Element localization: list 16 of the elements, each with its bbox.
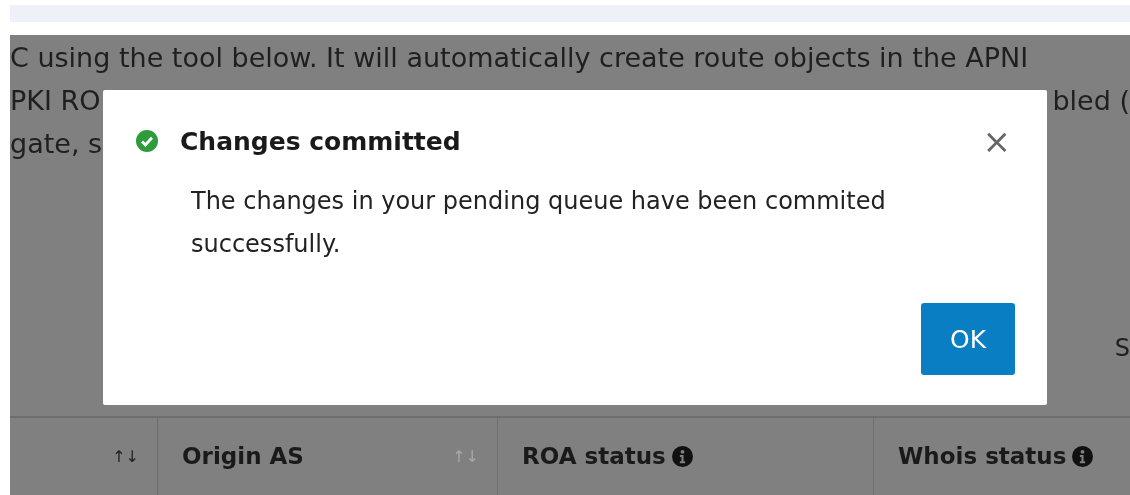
dialog-title: Changes committed [180,126,461,156]
close-button[interactable]: × [978,124,1015,158]
page-text: bled ( [1052,84,1130,118]
page-text: PKI RO [10,84,101,118]
info-icon[interactable] [1072,445,1094,467]
check-circle-icon [136,130,158,152]
page-text: gate, s [10,127,103,161]
sort-toggle[interactable]: ↑↓ [112,446,139,466]
page-text: C using the tool below. It will automatically create route objects in the APNI [10,41,1029,75]
info-icon[interactable] [671,445,693,467]
ok-button[interactable]: OK [921,303,1015,375]
column-header: ROA status [522,443,666,470]
page-text: S [1114,333,1130,362]
dialog-message: The changes in your pending queue have been commited successfully. [191,186,887,260]
column-header: Origin AS [182,443,304,470]
column-header: Whois status [898,443,1067,470]
